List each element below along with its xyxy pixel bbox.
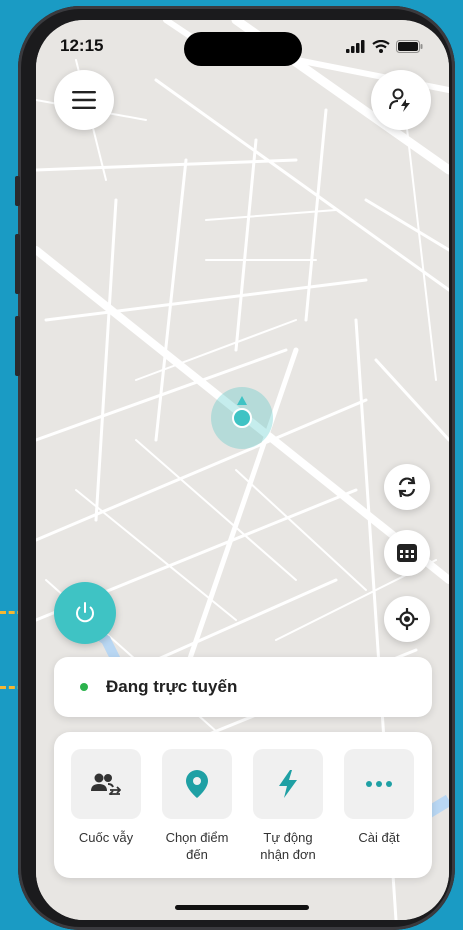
power-toggle-button[interactable] — [54, 582, 116, 644]
power-icon — [76, 602, 94, 623]
more-icon — [366, 781, 392, 787]
side-button — [15, 234, 20, 294]
location-dot — [232, 408, 252, 428]
locate-icon — [396, 608, 418, 630]
action-choose-destination[interactable]: Chọn điểm đến — [153, 749, 241, 863]
home-indicator[interactable] — [175, 905, 309, 910]
calendar-button[interactable] — [384, 530, 430, 576]
locate-button[interactable] — [384, 596, 430, 642]
calendar-icon — [397, 544, 417, 562]
location-pin-icon — [186, 770, 208, 798]
action-passenger-pickup[interactable]: Cuốc vẫy — [62, 749, 150, 846]
current-location-marker — [211, 387, 273, 449]
driver-profile-icon — [389, 88, 410, 112]
dynamic-island — [184, 32, 302, 66]
refresh-button[interactable] — [384, 464, 430, 510]
passenger-transfer-icon — [91, 773, 121, 795]
lightning-icon — [279, 770, 297, 798]
side-button — [15, 176, 20, 206]
action-settings[interactable]: Cài đặt — [335, 749, 423, 846]
app-screen: 12:15 Đang trực tuyến Cuốc vẫy Chọn điểm… — [36, 20, 449, 920]
status-time: 12:15 — [60, 36, 104, 55]
action-tile[interactable] — [344, 749, 414, 819]
signal-icon — [346, 40, 365, 53]
menu-icon — [72, 91, 96, 109]
action-auto-accept[interactable]: Tự động nhận đơn — [244, 749, 332, 863]
action-label: Tự động nhận đơn — [260, 830, 316, 862]
online-status-card: Đang trực tuyến — [54, 657, 432, 717]
driver-profile-button[interactable] — [371, 70, 431, 130]
action-label: Cài đặt — [358, 830, 400, 845]
refresh-icon — [398, 476, 416, 498]
action-label: Cuốc vẫy — [78, 830, 134, 845]
wifi-icon — [372, 40, 390, 53]
quick-actions-panel: Cuốc vẫy Chọn điểmđến Tự độngnhận đơn — [54, 732, 432, 878]
action-tile[interactable] — [71, 749, 141, 819]
action-tile[interactable] — [253, 749, 323, 819]
status-icons — [346, 40, 423, 53]
menu-button[interactable] — [54, 70, 114, 130]
heading-arrow-icon — [237, 396, 247, 405]
battery-icon — [396, 40, 423, 53]
online-status-text: Đang trực tuyến — [106, 677, 238, 696]
online-status-dot — [80, 683, 88, 691]
action-label: Chọn điểm đến — [165, 830, 229, 862]
side-button — [15, 316, 20, 376]
action-tile[interactable] — [162, 749, 232, 819]
